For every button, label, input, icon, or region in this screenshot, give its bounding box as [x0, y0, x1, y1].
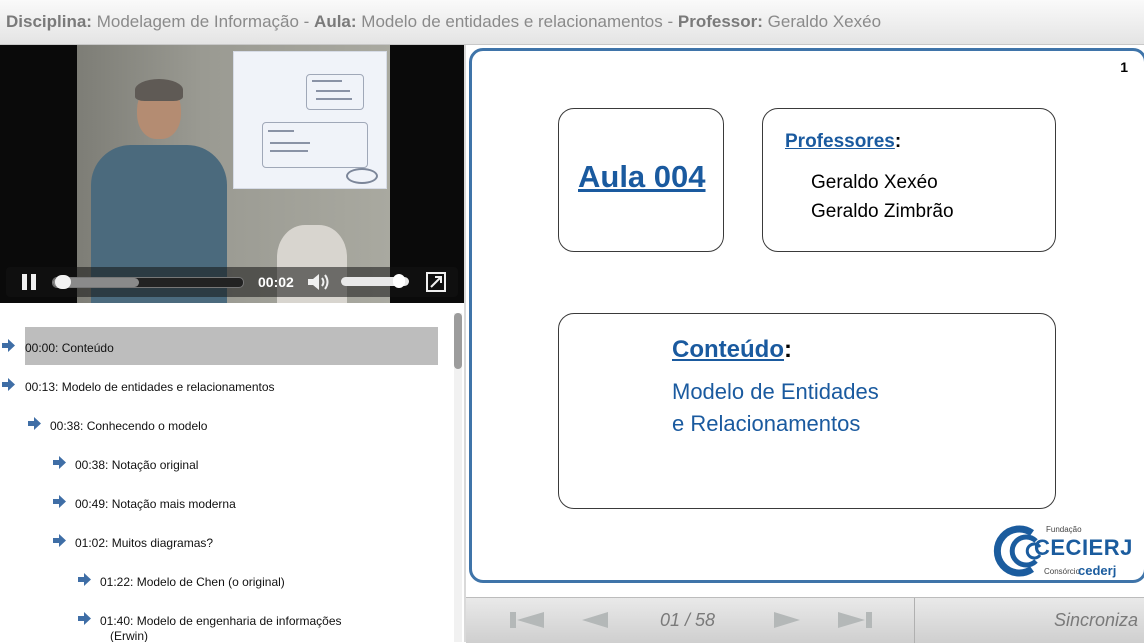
pause-button[interactable]: [20, 273, 38, 291]
nav-separator: [914, 598, 915, 643]
slide-panel: 1 Aula 004 Professores: Geraldo Xexéo Ge…: [469, 48, 1144, 583]
arrow-right-icon: [78, 573, 91, 586]
chapter-label: 00:00: Conteúdo: [25, 341, 114, 355]
seek-handle[interactable]: [54, 275, 71, 289]
chapter-label: 00:49: Notação mais moderna: [75, 497, 236, 511]
logo-cederj: cederj: [1078, 563, 1117, 578]
previous-icon: [582, 612, 608, 628]
first-slide-button[interactable]: [508, 610, 546, 635]
projected-slide-image: [233, 51, 387, 189]
arrow-right-icon: [78, 612, 91, 625]
disciplina-value: Modelagem de Informação: [96, 12, 299, 31]
sync-button[interactable]: Sincroniza: [1054, 610, 1138, 631]
fullscreen-icon: [426, 272, 446, 292]
video-frame: [77, 45, 390, 303]
professor-label: Professor:: [677, 12, 763, 31]
video-player[interactable]: 00:02: [0, 45, 464, 303]
logo-name: CECIERJ: [1034, 535, 1133, 560]
chapter-scrollbar[interactable]: [454, 313, 462, 642]
volume-button[interactable]: [306, 272, 332, 292]
chapter-label: 01:40: Modelo de engenharia de informaçõ…: [100, 614, 342, 628]
header-separator: -: [298, 12, 315, 31]
arrow-right-icon: [53, 495, 66, 508]
arrow-right-icon: [28, 417, 41, 430]
conteudo-line: Modelo de Entidades: [672, 379, 879, 404]
chapter-label: (Erwin): [110, 629, 148, 642]
first-icon: [510, 612, 544, 628]
player-controls: 00:02: [6, 267, 458, 297]
speaker-icon: [308, 274, 329, 290]
panel-divider: [464, 45, 466, 642]
fullscreen-button[interactable]: [426, 272, 446, 292]
chapter-item[interactable]: 01:02: Muitos diagramas?: [53, 534, 214, 550]
current-time: 00:02: [258, 274, 294, 290]
next-icon: [774, 612, 800, 628]
chapter-label: 01:22: Modelo de Chen (o original): [100, 575, 285, 589]
chapter-label: 00:13: Modelo de entidades e relacioname…: [25, 380, 275, 394]
chapter-item[interactable]: 01:40: Modelo de engenharia de informaçõ…: [78, 612, 342, 628]
chapter-label: 01:02: Muitos diagramas?: [75, 536, 214, 550]
volume-slider[interactable]: [341, 274, 409, 288]
professores-label: Professores: [785, 131, 895, 152]
professores-colon: :: [894, 131, 902, 152]
scrollbar-thumb[interactable]: [454, 313, 462, 369]
header-bar: Disciplina: Modelagem de Informação - Au…: [0, 0, 1144, 45]
professor-value: Geraldo Xexéo: [767, 12, 882, 31]
next-slide-button[interactable]: [772, 610, 802, 635]
arrow-right-icon: [2, 339, 15, 352]
arrow-right-icon: [2, 378, 15, 391]
last-slide-button[interactable]: [836, 610, 874, 635]
chapter-item[interactable]: 01:22: Modelo de Chen (o original): [78, 573, 285, 589]
chapter-item[interactable]: 00:13: Modelo de entidades e relacioname…: [2, 378, 275, 394]
last-icon: [838, 612, 872, 628]
logo-fundacao: Fundação: [1046, 525, 1082, 534]
conteudo-label: Conteúdo: [672, 336, 784, 363]
slide-navigation: 01 / 58 Sincroniza: [466, 597, 1144, 643]
chapter-item[interactable]: 00:00: Conteúdo: [2, 339, 114, 355]
logo-consorcio: Consórcio: [1044, 567, 1081, 576]
chapter-label: 00:38: Notação original: [75, 458, 199, 472]
chapter-item[interactable]: 00:38: Conhecendo o modelo: [28, 417, 208, 433]
aula-title: Aula 004: [578, 159, 706, 194]
professor-name: Geraldo Xexéo: [811, 172, 938, 193]
conteudo-colon: :: [783, 336, 792, 363]
aula-value: Modelo de entidades e relacionamentos: [361, 12, 663, 31]
conteudo-heading: Conteúdo:: [672, 336, 792, 364]
chapter-list: 00:00: Conteúdo 00:13: Modelo de entidade…: [0, 303, 464, 642]
chapter-item-continuation[interactable]: (Erwin): [110, 629, 148, 642]
chapter-item[interactable]: 00:49: Notação mais moderna: [53, 495, 236, 511]
conteudo-line: e Relacionamentos: [672, 411, 861, 436]
professor-name: Geraldo Zimbrão: [811, 201, 954, 222]
disciplina-label: Disciplina:: [6, 12, 92, 31]
previous-slide-button[interactable]: [580, 610, 610, 635]
arrow-right-icon: [53, 456, 66, 469]
header-text: Disciplina: Modelagem de Informação - Au…: [6, 12, 881, 32]
arrow-right-icon: [53, 534, 66, 547]
slide-number: 1: [1120, 59, 1128, 75]
professores-heading: Professores:: [785, 131, 901, 153]
chapter-item[interactable]: 00:38: Notação original: [53, 456, 199, 472]
chapter-label: 00:38: Conhecendo o modelo: [50, 419, 208, 433]
volume-handle[interactable]: [392, 274, 405, 288]
cecierj-logo: Fundação CECIERJ Consórcio cederj: [992, 523, 1132, 579]
slide-pager: 01 / 58: [660, 610, 716, 630]
seek-bar[interactable]: [52, 275, 244, 289]
pause-icon: [22, 274, 27, 290]
aula-label: Aula:: [314, 12, 357, 31]
header-separator: -: [662, 12, 678, 31]
